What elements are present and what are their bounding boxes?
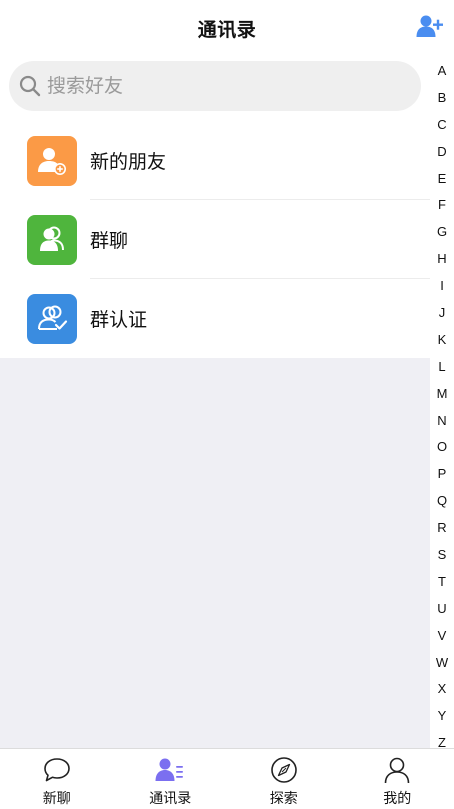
tab-label: 新聊 — [42, 791, 71, 807]
alphabet-letter-t[interactable]: T — [438, 569, 446, 596]
alphabet-letter-w[interactable]: W — [436, 650, 448, 677]
search-section — [0, 56, 454, 121]
chat-bubble-icon — [42, 755, 72, 785]
contact-entry-list: 新的朋友 群聊 群认证 — [0, 121, 430, 358]
alphabet-letter-q[interactable]: Q — [437, 488, 447, 515]
alphabet-letter-v[interactable]: V — [438, 623, 447, 650]
alphabet-index[interactable]: ABCDEFGHIJKLMNOPQRSTUVWXYZ — [430, 56, 454, 750]
alphabet-letter-i[interactable]: I — [440, 273, 444, 300]
search-input[interactable] — [47, 75, 387, 97]
group-verify-icon — [27, 293, 77, 344]
alphabet-letter-x[interactable]: X — [438, 676, 447, 703]
search-bar[interactable] — [9, 61, 421, 111]
tab-new-chat[interactable]: 新聊 — [0, 749, 114, 809]
alphabet-letter-h[interactable]: H — [437, 246, 446, 273]
top-bar: 通讯录 — [0, 0, 454, 56]
entry-label: 群聊 — [90, 230, 129, 252]
bottom-tab-bar: 新聊 通讯录 探索 我的 — [0, 748, 454, 809]
alphabet-letter-r[interactable]: R — [437, 515, 446, 542]
alphabet-letter-n[interactable]: N — [437, 408, 446, 435]
alphabet-letter-y[interactable]: Y — [438, 703, 447, 730]
entry-new-friends[interactable]: 新的朋友 — [0, 121, 430, 200]
contacts-icon — [155, 755, 185, 785]
alphabet-letter-s[interactable]: S — [438, 542, 447, 569]
alphabet-letter-e[interactable]: E — [438, 166, 447, 193]
entry-group-verification[interactable]: 群认证 — [0, 279, 430, 358]
tab-label: 我的 — [383, 791, 412, 807]
page-title: 通讯录 — [197, 18, 257, 41]
add-friend-icon — [416, 15, 443, 37]
add-friend-button[interactable] — [414, 10, 446, 42]
profile-icon — [382, 755, 412, 785]
entry-label: 群认证 — [90, 309, 148, 331]
alphabet-letter-o[interactable]: O — [437, 434, 447, 461]
alphabet-letter-m[interactable]: M — [437, 381, 448, 408]
tab-label: 探索 — [269, 791, 298, 807]
alphabet-letter-f[interactable]: F — [438, 192, 446, 219]
tab-me[interactable]: 我的 — [341, 749, 454, 809]
search-icon — [19, 75, 41, 97]
alphabet-letter-p[interactable]: P — [438, 461, 447, 488]
alphabet-letter-u[interactable]: U — [437, 596, 446, 623]
alphabet-letter-c[interactable]: C — [437, 112, 446, 139]
alphabet-letter-b[interactable]: B — [438, 85, 447, 112]
new-friend-icon — [27, 135, 77, 186]
compass-icon — [269, 755, 299, 785]
group-chat-icon — [27, 214, 77, 265]
entry-label: 新的朋友 — [90, 151, 167, 173]
alphabet-letter-l[interactable]: L — [438, 354, 445, 381]
alphabet-letter-k[interactable]: K — [438, 327, 447, 354]
alphabet-letter-j[interactable]: J — [439, 300, 446, 327]
tab-label: 通讯录 — [149, 791, 192, 807]
entry-group-chats[interactable]: 群聊 — [0, 200, 430, 279]
tab-contacts[interactable]: 通讯录 — [114, 749, 228, 809]
alphabet-letter-a[interactable]: A — [438, 58, 447, 85]
tab-explore[interactable]: 探索 — [227, 749, 341, 809]
alphabet-letter-d[interactable]: D — [437, 139, 446, 166]
alphabet-letter-g[interactable]: G — [437, 219, 447, 246]
